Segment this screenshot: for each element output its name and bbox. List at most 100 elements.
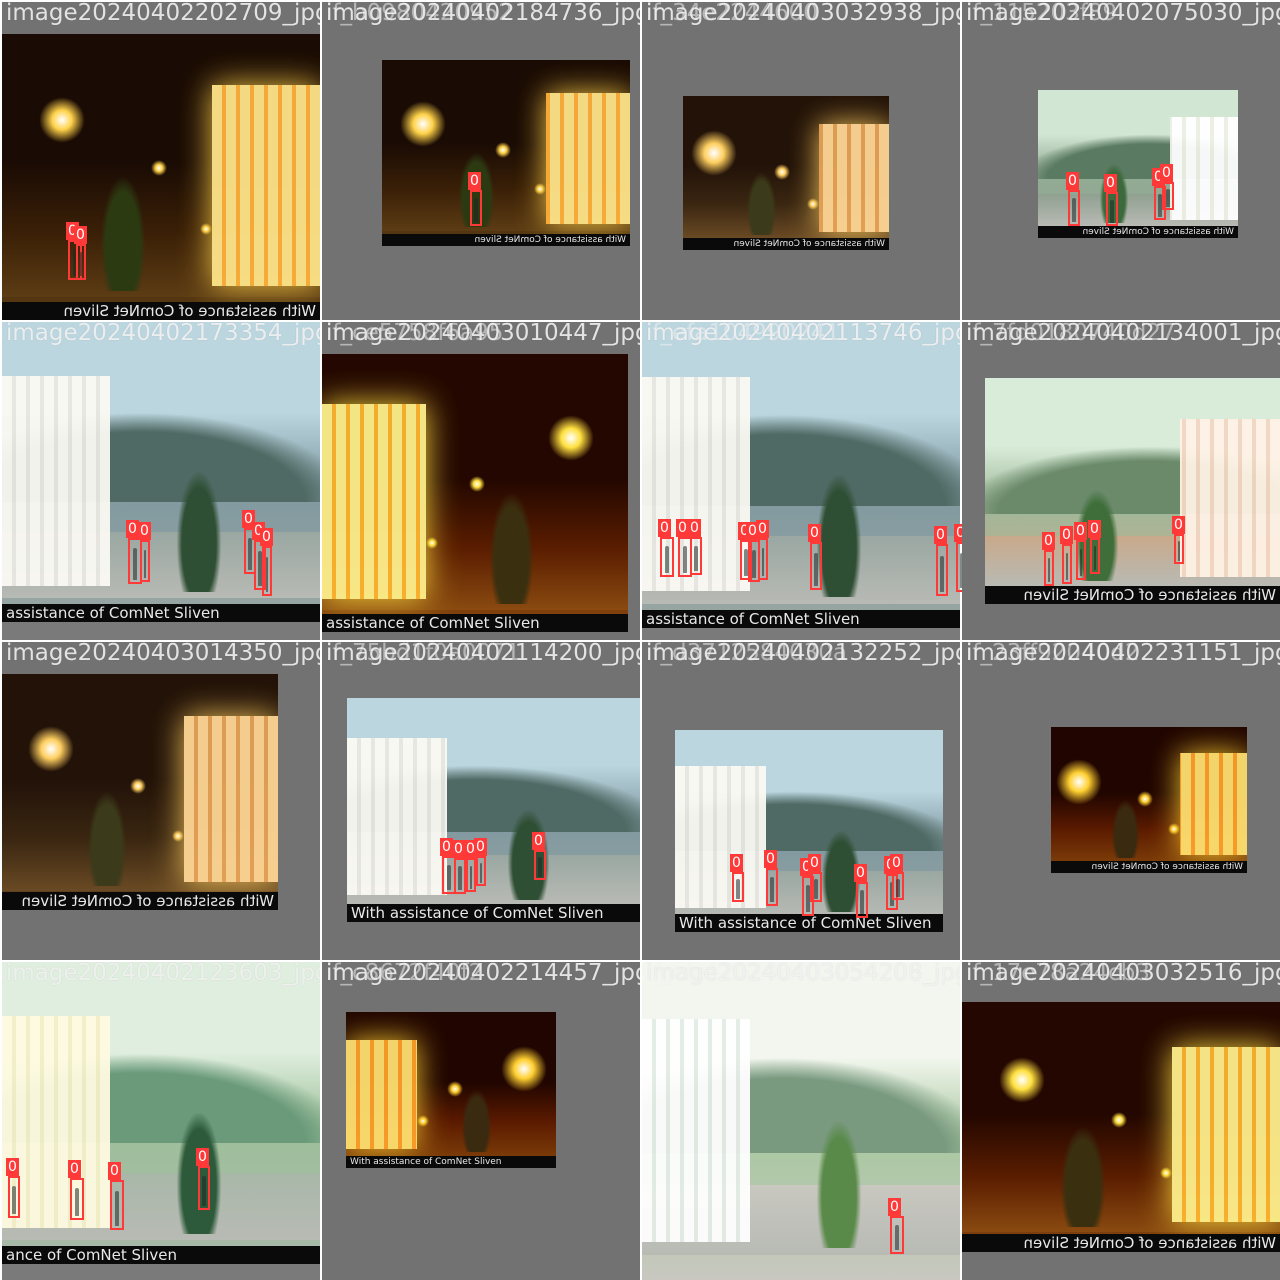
street-lamp-glow: [172, 829, 185, 842]
pedestrian: [1110, 200, 1114, 223]
tree: [461, 1090, 491, 1153]
watermark-strip: With assistance of ComNet Sliven: [2, 302, 320, 320]
camera-photo: With assistance of ComNet Sliven: [2, 34, 320, 320]
camera-photo: [642, 962, 960, 1280]
street-lamp-glow: [151, 159, 168, 176]
person-detection-box: [1076, 540, 1086, 580]
filename-caption: image20240402184736_jpg: [326, 2, 640, 26]
class-label: 0: [474, 838, 487, 856]
tree: [100, 177, 146, 292]
person-detection-box: [1106, 192, 1118, 226]
pedestrian: [133, 548, 137, 580]
street-lamp-glow: [38, 96, 85, 143]
mosaic-tile: With assistance of ComNet Sliven if_34e22…: [642, 2, 960, 320]
pedestrian: [538, 857, 542, 877]
watermark-strip: With assistance of ComNet Sliven: [683, 238, 889, 250]
person-detection-box: [1062, 544, 1072, 584]
pedestrian: [1065, 553, 1069, 581]
camera-photo: assistance of ComNet Sliven: [322, 354, 628, 632]
street-lamp-glow: [998, 1057, 1045, 1103]
overlapping-filename-caption: if_75bd1f0a0071: [326, 642, 521, 666]
class-label: 0: [854, 864, 867, 882]
class-label: 0: [1172, 516, 1185, 534]
watermark-strip: With assistance of ComNet Sliven: [1038, 226, 1238, 238]
street-lamp-glow: [548, 415, 595, 462]
street-lamp-glow: [27, 725, 74, 772]
tree: [490, 493, 534, 605]
person-detection-box: [110, 1180, 124, 1230]
watermark-strip: ance of ComNet Sliven: [2, 1246, 320, 1264]
person-detection-box: [810, 872, 822, 902]
mosaic-tile: With assistance of ComNet Sliven image202…: [2, 642, 320, 960]
overlapping-filename-caption: if_17e78a24cb3: [966, 962, 1150, 986]
person-detection-box: [534, 850, 546, 880]
class-label: 0: [468, 172, 481, 190]
person-detection-box: [470, 190, 482, 226]
person-detection-box: [856, 882, 868, 918]
mosaic-tile: assistance of ComNet Sliven if_efa1049902…: [642, 322, 960, 640]
person-detection-box: [76, 244, 86, 280]
building: [1170, 116, 1238, 221]
pedestrian: [75, 1187, 79, 1217]
person-detection-box: [476, 856, 486, 886]
watermark-strip: assistance of ComNet Sliven: [642, 610, 960, 628]
street-lamp-glow: [774, 163, 791, 180]
class-label: 0: [126, 520, 139, 538]
street-lamp-glow: [1111, 1112, 1128, 1128]
camera-photo: With assistance of ComNet Sliven: [346, 1012, 556, 1168]
watermark-strip: With assistance of ComNet Sliven: [347, 904, 640, 922]
class-label: 0: [1060, 526, 1073, 544]
class-label: 0: [1074, 522, 1087, 540]
mosaic-tile: assistance of ComNet Sliven if_ce5758f6a9…: [322, 322, 640, 640]
pedestrian: [1072, 198, 1076, 223]
camera-photo: ance of ComNet Sliven: [2, 962, 320, 1264]
watermark-strip: assistance of ComNet Sliven: [2, 604, 320, 622]
tree: [87, 792, 127, 887]
person-detection-box: [1162, 182, 1174, 210]
filename-caption: image20240403032516_jpg: [966, 962, 1280, 986]
filename-caption: image20240403032938_jpg: [646, 2, 960, 26]
street-lamp-glow: [690, 129, 737, 176]
person-detection-box: [758, 538, 768, 580]
street-lamp-glow: [533, 182, 546, 195]
building: [818, 123, 889, 232]
class-label: 0: [108, 1162, 121, 1180]
mosaic-tile: With assistance of ComNet Sliven if_c8672…: [322, 962, 640, 1280]
building: [2, 376, 111, 586]
person-detection-box: [1068, 190, 1080, 226]
class-label: 0: [934, 526, 947, 544]
class-label: 0: [6, 1158, 19, 1176]
pedestrian: [265, 557, 269, 592]
watermark-strip: assistance of ComNet Sliven: [322, 614, 628, 632]
building: [675, 766, 767, 908]
filename-caption: image20240402214457_jpg: [326, 962, 640, 986]
street-lamp-glow: [1159, 1167, 1172, 1179]
pedestrian: [761, 547, 765, 577]
mosaic-tile: With assistance of ComNet Sliven if_75bd1…: [322, 642, 640, 960]
class-label: 0: [888, 1198, 901, 1216]
pedestrian: [736, 879, 740, 899]
filename-caption: image20240402075030_jpg: [966, 2, 1280, 26]
watermark-strip: With assistance of ComNet Sliven: [962, 1234, 1280, 1252]
building: [642, 1019, 751, 1242]
pedestrian: [814, 552, 818, 586]
class-label: 0: [68, 1160, 81, 1178]
pedestrian: [479, 863, 483, 883]
person-detection-box: [1090, 538, 1100, 574]
pedestrian: [895, 1224, 899, 1251]
mosaic-tile: if_cfa12614d03 image20240403054208_jpg: [642, 962, 960, 1280]
pedestrian: [1166, 188, 1170, 207]
camera-photo: With assistance of ComNet Sliven: [2, 674, 278, 910]
mosaic-tile: ance of ComNet Sliven image20240402123603…: [2, 962, 320, 1280]
person-detection-box: [454, 858, 466, 894]
street-lamp-glow: [129, 777, 146, 794]
mosaic-tile: With assistance of ComNet Sliven image202…: [2, 2, 320, 320]
person-detection-box: [262, 546, 272, 596]
mosaic-tile: With assistance of ComNet Sliven if_d3712…: [642, 642, 960, 960]
pedestrian: [752, 549, 756, 579]
person-detection-box: [690, 537, 702, 575]
building: [346, 1040, 418, 1150]
building: [1179, 418, 1280, 577]
class-label: 0: [196, 1148, 209, 1166]
filename-caption: image20240403014350_jpg: [6, 642, 320, 666]
